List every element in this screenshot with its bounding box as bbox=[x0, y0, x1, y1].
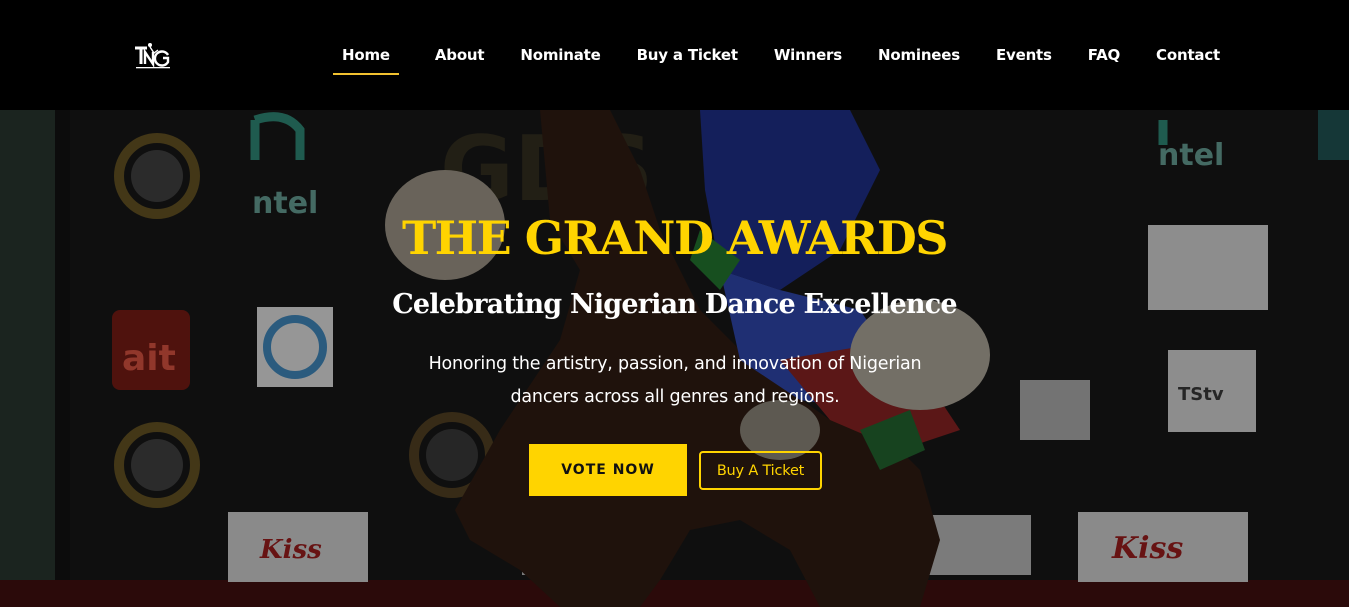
nav-item-nominate[interactable]: Nominate bbox=[520, 45, 600, 65]
hero-title: THE GRAND AWARDS bbox=[401, 211, 949, 265]
nav-item-faq[interactable]: FAQ bbox=[1088, 45, 1120, 65]
vote-now-button[interactable]: VOTE NOW bbox=[529, 444, 687, 496]
nav-item-events[interactable]: Events bbox=[996, 45, 1052, 65]
nav-item-nominees[interactable]: Nominees bbox=[878, 45, 960, 65]
nav-item-home[interactable]: Home bbox=[333, 45, 399, 75]
nav-item-winners[interactable]: Winners bbox=[774, 45, 842, 65]
hero-section: ntel ntel ait Kiss Kiss TStv GDS bbox=[0, 110, 1349, 607]
logo-icon bbox=[135, 43, 170, 69]
hero-content: THE GRAND AWARDS Celebrating Nigerian Da… bbox=[0, 110, 1349, 607]
hero-subtitle: Celebrating Nigerian Dance Excellence bbox=[392, 289, 957, 320]
nav-item-contact[interactable]: Contact bbox=[1156, 45, 1220, 65]
hero-description: Honoring the artistry, passion, and inno… bbox=[428, 354, 922, 407]
site-logo[interactable] bbox=[132, 38, 174, 72]
main-navigation: Home About Nominate Buy a Ticket Winners… bbox=[333, 0, 1256, 110]
nav-item-buy-ticket[interactable]: Buy a Ticket bbox=[637, 45, 738, 65]
navbar: Home About Nominate Buy a Ticket Winners… bbox=[0, 0, 1349, 110]
buy-ticket-button[interactable]: Buy A Ticket bbox=[699, 451, 822, 490]
nav-item-about[interactable]: About bbox=[435, 45, 485, 65]
